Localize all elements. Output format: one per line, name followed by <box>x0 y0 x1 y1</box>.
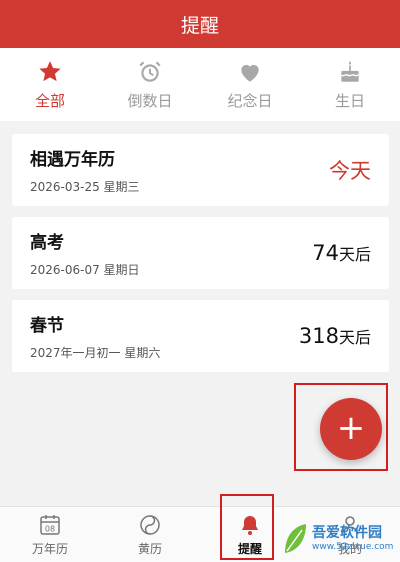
tab-label: 倒数日 <box>127 92 173 110</box>
star-icon <box>36 58 64 86</box>
tab-label: 生日 <box>334 92 365 110</box>
reminder-item[interactable]: 相遇万年历 2026-03-25 星期三 今天 <box>12 134 389 206</box>
reminder-item[interactable]: 春节 2027年一月初一 星期六 318天后 <box>12 300 389 372</box>
tab-birthday[interactable]: 生日 <box>300 48 400 121</box>
cake-icon <box>336 58 364 86</box>
add-reminder-button[interactable]: + <box>320 398 382 460</box>
tab-label: 纪念日 <box>227 92 273 110</box>
category-tabs: 全部 倒数日 纪念日 生日 <box>0 48 400 121</box>
highlight-box <box>220 494 274 560</box>
reminder-name: 高考 <box>30 233 64 253</box>
reminder-date: 2026-03-25 星期三 <box>30 180 140 194</box>
nav-label: 万年历 <box>31 542 68 556</box>
page-title: 提醒 <box>180 14 219 37</box>
watermark: 吾爱软件园 www.52zixue.com <box>282 515 400 562</box>
countdown-unit: 天后 <box>338 245 371 264</box>
reminder-countdown: 今天 <box>329 159 371 183</box>
reminder-date: 2026-06-07 星期日 <box>30 263 140 277</box>
nav-calendar[interactable]: 08 万年历 <box>0 507 100 562</box>
heart-icon <box>236 58 264 86</box>
tab-countdown[interactable]: 倒数日 <box>100 48 200 121</box>
app-header: 提醒 <box>0 0 400 48</box>
watermark-text: 吾爱软件园 <box>312 524 382 541</box>
calendar-icon: 08 <box>37 512 63 538</box>
watermark-url: www.52zixue.com <box>312 541 394 552</box>
calendar-badge: 08 <box>45 525 55 534</box>
reminder-date: 2027年一月初一 星期六 <box>30 346 161 360</box>
reminder-countdown: 318天后 <box>299 324 371 348</box>
countdown-days: 318 <box>298 324 339 348</box>
tab-label: 全部 <box>34 92 65 110</box>
reminder-name: 相遇万年历 <box>30 150 115 170</box>
nav-almanac[interactable]: 黄历 <box>100 507 200 562</box>
tab-anniversary[interactable]: 纪念日 <box>200 48 300 121</box>
countdown-days: 74 <box>312 241 339 265</box>
leaf-logo-icon <box>285 523 306 553</box>
alarm-clock-icon <box>136 58 164 86</box>
reminder-item[interactable]: 高考 2026-06-07 星期日 74天后 <box>12 217 389 289</box>
tab-all[interactable]: 全部 <box>0 48 100 121</box>
yin-yang-icon <box>137 512 163 538</box>
reminder-countdown: 74天后 <box>312 241 371 265</box>
nav-label: 黄历 <box>137 542 162 556</box>
countdown-unit: 天后 <box>338 328 371 347</box>
reminder-name: 春节 <box>30 316 64 336</box>
